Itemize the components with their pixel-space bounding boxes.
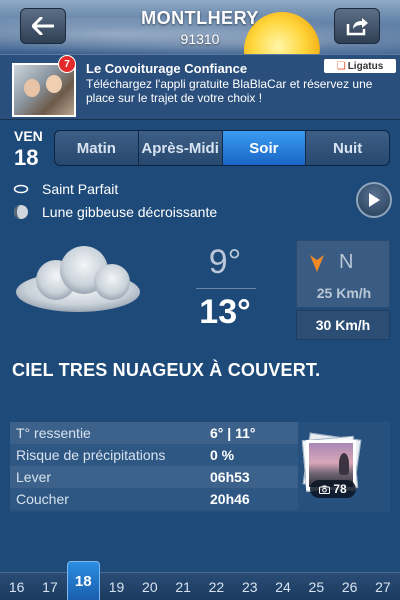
tab-apres-midi[interactable]: Après-Midi [139, 131, 223, 165]
day-number: 18 [14, 145, 39, 170]
temp-max: 13° [199, 293, 251, 331]
moon-icon [12, 203, 30, 221]
moon-phase: Lune gibbeuse décroissante [42, 204, 218, 220]
photo-count: 78 [333, 482, 347, 496]
play-button[interactable] [356, 182, 392, 218]
temp-min: 9° [208, 243, 242, 281]
tab-matin[interactable]: Matin [55, 131, 139, 165]
detail-label: Lever [16, 469, 52, 485]
day-item-23[interactable]: 23 [233, 573, 266, 600]
halo-icon [12, 180, 30, 198]
day-item-19[interactable]: 19 [100, 573, 133, 600]
period-tabs: Matin Après-Midi Soir Nuit [54, 130, 390, 166]
weather-condition: CIEL TRES NUAGEUX À COUVERT. [12, 360, 321, 380]
saint-name: Saint Parfait [42, 181, 119, 197]
wind-speed: 25 Km/h [316, 285, 372, 301]
tab-soir[interactable]: Soir [222, 131, 307, 165]
gust-speed: 30 Km/h [296, 310, 390, 340]
share-icon [346, 18, 368, 36]
tab-nuit[interactable]: Nuit [306, 131, 389, 165]
temp-divider [196, 288, 256, 289]
ligatus-icon: ❏ [336, 60, 346, 72]
wind-arrow-icon [310, 255, 324, 272]
ad-provider-logo: ❏ Ligatus [324, 59, 396, 73]
photo-gallery-button[interactable]: 78 [301, 432, 362, 498]
cloud-icon [16, 246, 140, 312]
ad-badge: 7 [58, 55, 76, 73]
photo-count-badge: 78 [310, 480, 356, 498]
camera-icon [319, 485, 331, 494]
day-item-16[interactable]: 16 [0, 573, 33, 600]
day-item-22[interactable]: 22 [200, 573, 233, 600]
detail-label: T° ressentie [16, 425, 91, 441]
day-item-24[interactable]: 24 [266, 573, 299, 600]
moon-row: Lune gibbeuse décroissante [12, 203, 217, 221]
day-item-21[interactable]: 21 [166, 573, 199, 600]
detail-row-sunset: Coucher 20h46 [10, 488, 298, 510]
wind-panel: N 25 Km/h [296, 240, 390, 308]
ad-provider: Ligatus [347, 60, 384, 72]
detail-row-sunrise: Lever 06h53 [10, 466, 298, 488]
detail-value: 6° | 11° [210, 425, 256, 441]
day-item-20[interactable]: 20 [133, 573, 166, 600]
share-button[interactable] [334, 8, 380, 44]
day-item-17[interactable]: 17 [33, 573, 66, 600]
day-item-18[interactable]: 18 [66, 561, 100, 600]
day-name: VEN [14, 128, 43, 144]
ad-text: Téléchargez l'appli gratuite BlaBlaCar e… [86, 77, 373, 105]
saint-row: Saint Parfait [12, 180, 118, 198]
ad-title: Le Covoiturage Confiance [86, 61, 248, 76]
detail-value: 0 % [210, 447, 235, 463]
ad-banner[interactable]: 7 Le Covoiturage Confiance ❏ Ligatus Tél… [0, 54, 400, 120]
wind-direction: N [339, 251, 354, 273]
day-selector: 16 17 18 19 20 21 22 23 24 25 26 27 [0, 561, 400, 600]
detail-label: Risque de précipitations [16, 447, 166, 463]
header-bar: MONTLHERY 91310 [0, 0, 400, 54]
details-table: T° ressentie 6° | 11° Risque de précipit… [10, 422, 298, 510]
detail-value: 20h46 [210, 491, 250, 507]
day-item-25[interactable]: 25 [300, 573, 333, 600]
detail-row-feels-like: T° ressentie 6° | 11° [10, 422, 298, 444]
detail-label: Coucher [16, 491, 69, 507]
day-item-27[interactable]: 27 [366, 573, 399, 600]
detail-row-precipitation: Risque de précipitations 0 % [10, 444, 298, 466]
day-item-26[interactable]: 26 [333, 573, 366, 600]
detail-value: 06h53 [210, 469, 250, 485]
play-icon [369, 193, 380, 207]
